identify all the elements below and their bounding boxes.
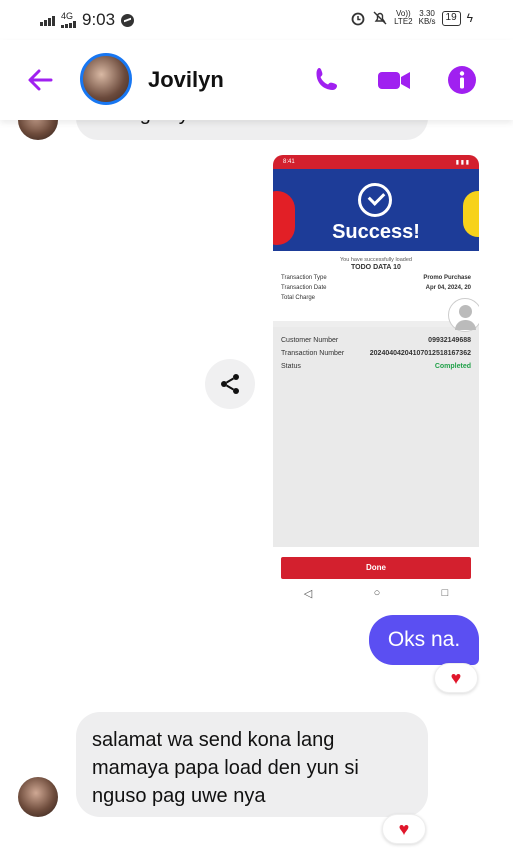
info-icon[interactable] xyxy=(446,64,478,96)
android-nav-bar: ◁ ○ □ xyxy=(273,587,479,600)
detail-row: Status Completed xyxy=(281,363,471,370)
signal-icon xyxy=(40,14,55,26)
mute-icon xyxy=(373,11,387,25)
clock: 9:03 xyxy=(82,10,116,29)
share-button[interactable] xyxy=(205,359,255,409)
detail-row: Customer Number 09932149688 xyxy=(281,337,471,344)
back-arrow-icon[interactable] xyxy=(24,64,56,96)
loaded-line: You have successfully loaded xyxy=(340,257,412,263)
incoming-message-bubble[interactable]: salamat wa send kona lang mamaya papa lo… xyxy=(76,712,428,817)
status-bar: 4G 9:03 Vo)) LTE2 3.30 KB/s 19 ϟ xyxy=(0,0,513,40)
message-line: nguso pag uwe nya xyxy=(92,785,266,807)
nav-home-icon: ○ xyxy=(373,587,381,599)
success-title: Success! xyxy=(332,221,420,243)
detail-row: Transaction Number 2024040420410701251816… xyxy=(281,350,471,357)
network-speed: 3.30 KB/s xyxy=(418,9,436,26)
detail-row: Total Charge xyxy=(281,295,316,301)
check-circle-icon xyxy=(358,183,392,217)
heart-reaction-icon[interactable]: ♥ xyxy=(382,814,426,844)
detail-row: Transaction Date Apr 04, 2024, 20 xyxy=(281,285,471,291)
transaction-details: Customer Number 09932149688 Transaction N… xyxy=(273,327,479,374)
contact-name[interactable]: Jovilyn xyxy=(148,67,224,93)
share-icon xyxy=(221,374,239,394)
floating-avatar-icon xyxy=(448,298,479,332)
charging-icon: ϟ xyxy=(466,11,473,25)
shared-screenshot-image[interactable]: 8:41 ▮ ▮ ▮ Success! You have successfully… xyxy=(273,155,479,611)
battery-icon: 19 xyxy=(441,10,461,26)
contact-avatar[interactable] xyxy=(80,53,132,105)
success-banner: Success! xyxy=(273,169,479,251)
chat-header: Jovilyn xyxy=(0,40,513,120)
phone-call-icon[interactable] xyxy=(310,64,342,96)
chat-screen: 4G 9:03 Vo))LTE2 3.30KB/s 19 ϟ Jovilyn w… xyxy=(0,0,513,854)
done-button: Done xyxy=(281,557,471,579)
outgoing-message-bubble[interactable]: Oks na. xyxy=(369,615,479,665)
detail-row: Transaction Type Promo Purchase xyxy=(281,275,471,281)
video-call-icon[interactable] xyxy=(376,64,412,96)
alarm-icon xyxy=(351,12,365,26)
nav-recent-icon: □ xyxy=(441,587,449,599)
nav-back-icon: ◁ xyxy=(303,588,313,600)
loaded-name: TODO DATA 10 xyxy=(351,264,401,271)
sender-avatar[interactable] xyxy=(18,777,58,817)
screenshot-status-bar: 8:41 ▮ ▮ ▮ xyxy=(273,155,479,169)
network-indicator: 4G xyxy=(61,12,76,28)
screenshot-footer: Done ◁ ○ □ xyxy=(273,547,479,611)
messenger-notification-icon xyxy=(121,13,135,27)
status-left: 4G 9:03 xyxy=(40,10,135,30)
volte-indicator: Vo)) LTE2 xyxy=(394,9,413,26)
status-right: Vo)) LTE2 3.30 KB/s 19 ϟ xyxy=(350,10,473,26)
message-line: mamaya papa load den yun si xyxy=(92,757,359,779)
message-line: salamat wa send kona lang xyxy=(92,729,335,751)
heart-reaction-icon[interactable]: ♥ xyxy=(434,663,478,693)
